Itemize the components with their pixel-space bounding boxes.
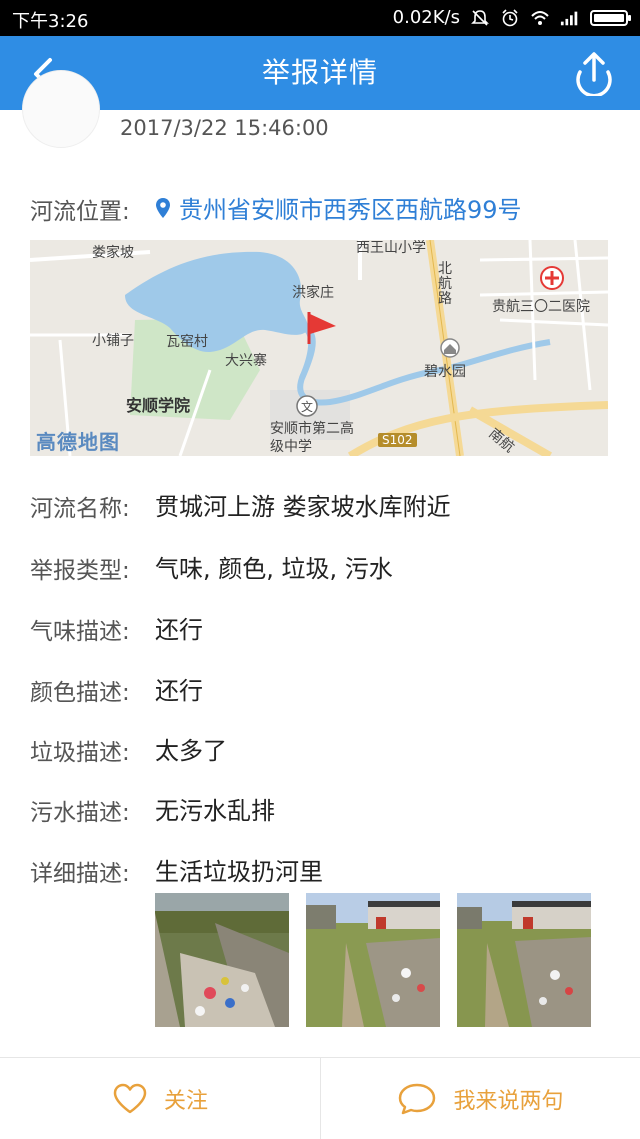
- garbage-label: 垃圾描述:: [30, 740, 130, 766]
- smell-label: 气味描述:: [30, 619, 130, 645]
- svg-text:文: 文: [301, 399, 313, 414]
- report-type-value: 气味, 颜色, 垃圾, 污水: [155, 555, 393, 583]
- photo-2-image: [306, 893, 440, 1027]
- report-type-label: 举报类型:: [30, 558, 130, 584]
- color-label: 颜色描述:: [30, 680, 130, 706]
- map-label-school: 安顺市第二高级中学: [270, 421, 354, 455]
- follow-button[interactable]: 关注: [0, 1058, 320, 1139]
- map-label-loujiapo: 娄家坡: [92, 245, 134, 261]
- map-label-hospital: 贵航三〇二医院: [492, 299, 590, 315]
- location-label: 河流位置:: [30, 199, 130, 225]
- bottom-action-bar: 关注 我来说两句: [0, 1057, 640, 1139]
- map-provider-logo: 高德地图: [36, 430, 120, 454]
- map-road-tag: S102: [378, 433, 417, 447]
- garbage-value: 太多了: [155, 737, 227, 765]
- status-bar: 下午3:26 0.02K/s: [0, 0, 640, 36]
- wifi-icon: [531, 10, 549, 25]
- follow-label: 关注: [163, 1088, 208, 1114]
- comment-bubble-icon: [399, 1083, 436, 1114]
- mute-icon: [471, 9, 489, 26]
- share-upload-icon[interactable]: [572, 50, 616, 96]
- map-label-college: 安顺学院: [126, 396, 191, 415]
- map-label-xiaopuzi: 小铺子: [92, 333, 134, 349]
- status-time: 下午3:26: [12, 11, 89, 32]
- map-label-hongjiazhuang: 洪家庄: [292, 285, 334, 301]
- comment-button[interactable]: 我来说两句: [321, 1058, 640, 1139]
- location-value: 贵州省安顺市西秀区西航路99号: [179, 196, 522, 224]
- status-icons: 0.02K/s: [392, 7, 631, 28]
- comment-label: 我来说两句: [453, 1088, 564, 1114]
- river-location-map[interactable]: 文 娄家坡 西王山小学 洪家庄 北航路 贵航三〇二医院 小铺子 瓦窑村 大兴寨 …: [30, 240, 608, 456]
- alarm-icon: [502, 8, 518, 26]
- report-photo-1[interactable]: [155, 893, 289, 1027]
- sewage-label: 污水描述:: [30, 800, 130, 826]
- network-speed: 0.02K/s: [392, 7, 460, 28]
- smell-value: 还行: [155, 616, 203, 644]
- detail-label: 详细描述:: [30, 861, 130, 887]
- map-label-daxingzhai: 大兴寨: [225, 353, 267, 369]
- location-pin-icon: [156, 197, 170, 218]
- river-name-label: 河流名称:: [30, 496, 130, 522]
- report-photo-3[interactable]: [457, 893, 591, 1027]
- battery-icon: [590, 9, 631, 26]
- map-label-wayaocun: 瓦窑村: [166, 334, 208, 350]
- report-photo-2[interactable]: [306, 893, 440, 1027]
- photo-3-image: [457, 893, 591, 1027]
- sewage-value: 无污水乱排: [155, 797, 275, 825]
- map-label-bishuiyuan: 碧水园: [424, 364, 466, 380]
- river-name-value: 贯城河上游 娄家坡水库附近: [155, 493, 451, 521]
- color-value: 还行: [155, 677, 203, 705]
- detail-value: 生活垃圾扔河里: [155, 858, 323, 886]
- map-label-beihanglu: 北航路: [438, 261, 452, 307]
- map-label-xiwangshan: 西王山小学: [356, 240, 426, 256]
- report-datetime: 2017/3/22 15:46:00: [120, 116, 329, 140]
- location-link[interactable]: 贵州省安顺市西秀区西航路99号: [155, 190, 522, 225]
- photo-1-image: [155, 893, 289, 1027]
- signal-icon: [560, 11, 578, 25]
- heart-icon: [113, 1083, 147, 1113]
- user-avatar[interactable]: [22, 70, 100, 148]
